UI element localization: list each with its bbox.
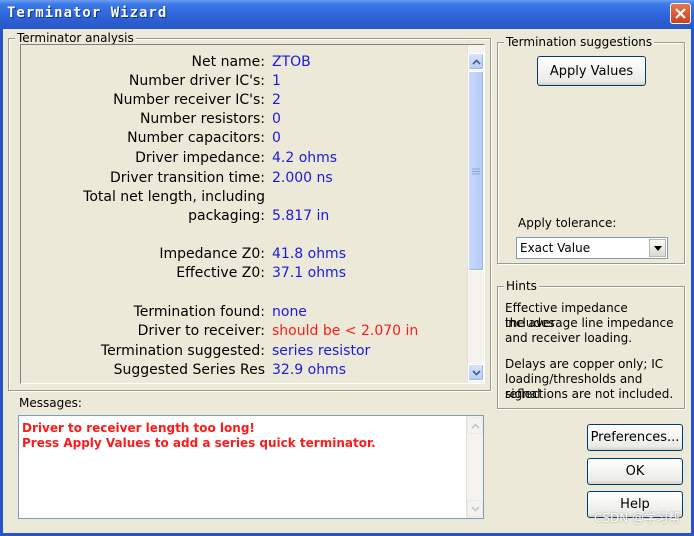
hint-line: Delays are copper only; IC — [505, 357, 664, 371]
impedance-z0-value: 41.8 ohms — [272, 246, 346, 262]
total-length-label: Total net length, including — [83, 189, 265, 205]
scroll-thumb[interactable] — [468, 71, 484, 271]
message-line: Press Apply Values to add a series quick… — [22, 436, 376, 450]
termination-found-value: none — [272, 304, 307, 320]
ok-button[interactable]: OK — [587, 458, 683, 485]
analysis-row-net-name: Net name: ZTOB — [21, 53, 467, 72]
scroll-down-button[interactable] — [468, 364, 484, 381]
hints-legend: Hints — [504, 279, 539, 293]
effective-z0-label: Effective Z0: — [176, 265, 265, 281]
messages-scroll-down-button[interactable] — [467, 500, 483, 517]
messages-scroll-up-button[interactable] — [467, 417, 483, 434]
analysis-row-capacitors: Number capacitors: 0 — [21, 129, 467, 148]
driver-impedance-label: Driver impedance: — [135, 150, 265, 166]
chevron-down-icon — [471, 369, 481, 376]
driver-impedance-value: 4.2 ohms — [272, 150, 338, 166]
suggested-series-res-label: Suggested Series Res — [113, 362, 265, 378]
resistors-value: 0 — [272, 111, 281, 127]
suggested-series-res-value: 32.9 ohms — [272, 362, 346, 378]
hint-line: and receiver loading. — [505, 331, 633, 345]
watermark: CSDN @学习帮 — [593, 511, 680, 525]
messages-box[interactable]: Driver to receiver length too long! Pres… — [18, 415, 484, 519]
termination-suggestions-legend: Termination suggestions — [504, 35, 655, 49]
terminator-analysis-legend: Terminator analysis — [15, 31, 136, 45]
window-title: Terminator Wizard — [7, 5, 168, 21]
apply-values-button[interactable]: Apply Values — [537, 56, 646, 86]
hint-line: reflections are not included. — [505, 387, 674, 401]
impedance-z0-label: Impedance Z0: — [159, 246, 265, 262]
analysis-row-driver-to-receiver: Driver to receiver: should be < 2.070 in — [21, 322, 467, 341]
messages-scrollbar[interactable] — [466, 416, 483, 518]
analysis-row-transition-time: Driver transition time: 2.000 ns — [21, 169, 467, 188]
termination-found-label: Termination found: — [133, 304, 265, 320]
analysis-row-total-length: Total net length, including — [21, 188, 467, 207]
termination-suggested-value: series resistor — [272, 343, 371, 359]
message-line: Driver to receiver length too long! — [22, 421, 255, 435]
driver-to-receiver-label: Driver to receiver: — [137, 323, 265, 339]
receiver-ics-value: 2 — [272, 92, 281, 108]
close-icon — [675, 8, 686, 19]
capacitors-label: Number capacitors: — [127, 130, 265, 146]
analysis-row-resistors: Number resistors: 0 — [21, 110, 467, 129]
transition-time-label: Driver transition time: — [109, 170, 265, 186]
net-name-value: ZTOB — [272, 54, 311, 70]
driver-ics-label: Number driver IC's: — [128, 73, 265, 89]
analysis-row-receiver-ics: Number receiver IC's: 2 — [21, 91, 467, 110]
chevron-down-icon — [470, 505, 480, 512]
chevron-down-icon — [653, 245, 662, 251]
receiver-ics-label: Number receiver IC's: — [113, 92, 265, 108]
analysis-row-suggested-series-res: Suggested Series Res 32.9 ohms — [21, 361, 467, 380]
apply-tolerance-label: Apply tolerance: — [518, 216, 617, 230]
analysis-row-driver-ics: Number driver IC's: 1 — [21, 72, 467, 91]
tolerance-select-value: Exact Value — [520, 241, 591, 255]
analysis-row-impedance-z0: Impedance Z0: 41.8 ohms — [21, 245, 467, 264]
tolerance-dropdown-button[interactable] — [649, 239, 666, 257]
preferences-button[interactable]: Preferences... — [587, 424, 683, 451]
analysis-row-effective-z0: Effective Z0: 37.1 ohms — [21, 264, 467, 283]
driver-ics-value: 1 — [272, 73, 281, 89]
hint-line: the average line impedance — [505, 316, 674, 330]
termination-suggested-label: Termination suggested: — [100, 343, 265, 359]
messages-label: Messages: — [19, 396, 82, 410]
chevron-up-icon — [470, 422, 480, 429]
analysis-scrollbar[interactable] — [467, 45, 484, 383]
analysis-row-driver-impedance: Driver impedance: 4.2 ohms — [21, 149, 467, 168]
hints-group: Hints Effective impedance includes the a… — [497, 279, 685, 409]
packaging-label: packaging: — [188, 208, 265, 224]
grip-icon — [472, 168, 480, 175]
title-bar[interactable]: Terminator Wizard — [0, 0, 694, 29]
scroll-up-button[interactable] — [468, 53, 484, 70]
tolerance-select[interactable]: Exact Value — [516, 237, 668, 259]
net-name-label: Net name: — [191, 54, 265, 70]
effective-z0-value: 37.1 ohms — [272, 265, 346, 281]
analysis-row-packaging: packaging: 5.817 in — [21, 207, 467, 226]
resistors-label: Number resistors: — [139, 111, 265, 127]
chevron-up-icon — [471, 58, 481, 65]
capacitors-value: 0 — [272, 130, 281, 146]
driver-to-receiver-value: should be < 2.070 in — [272, 323, 419, 339]
analysis-row-termination-suggested: Termination suggested: series resistor — [21, 342, 467, 361]
analysis-row-termination-found: Termination found: none — [21, 303, 467, 322]
transition-time-value: 2.000 ns — [272, 170, 333, 186]
analysis-panel: Net name: ZTOB Number driver IC's: 1 Num… — [20, 44, 485, 384]
close-button[interactable] — [670, 3, 691, 24]
packaging-value: 5.817 in — [272, 208, 330, 224]
